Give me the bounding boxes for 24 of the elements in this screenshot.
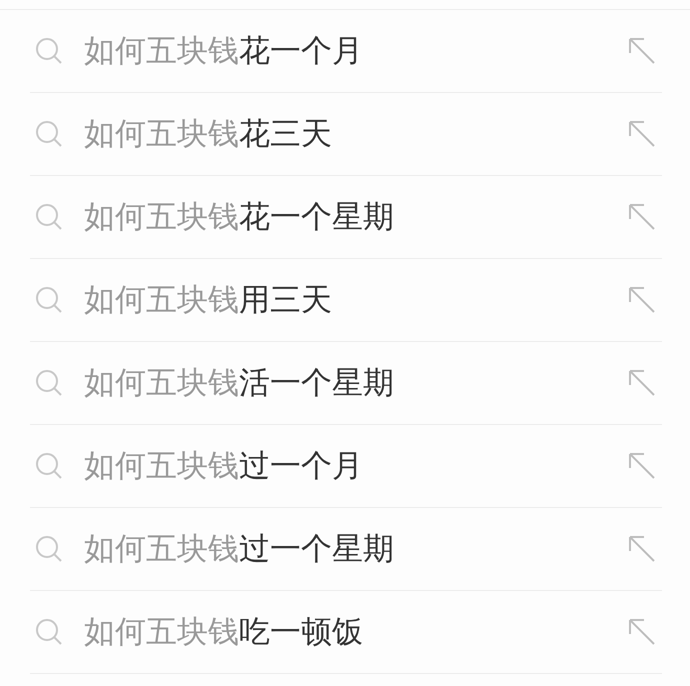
search-icon bbox=[34, 119, 64, 149]
search-icon bbox=[34, 202, 64, 232]
fill-in-arrow-icon[interactable] bbox=[628, 618, 656, 646]
search-icon bbox=[34, 617, 64, 647]
suggestion-text[interactable]: 如何五块钱吃一顿饭 bbox=[84, 611, 628, 653]
suggestion-text[interactable]: 如何五块钱过一个月 bbox=[84, 445, 628, 487]
search-icon bbox=[34, 534, 64, 564]
suggestion-text[interactable]: 如何五块钱花一个月 bbox=[84, 30, 628, 72]
search-icon bbox=[34, 285, 64, 315]
fill-in-arrow-icon[interactable] bbox=[628, 120, 656, 148]
fill-in-arrow-icon[interactable] bbox=[628, 37, 656, 65]
fill-in-arrow-icon[interactable] bbox=[628, 286, 656, 314]
fill-in-arrow-icon[interactable] bbox=[628, 203, 656, 231]
suggestion-text[interactable]: 如何五块钱活一个星期 bbox=[84, 362, 628, 404]
suggestion-text[interactable]: 如何五块钱花三天 bbox=[84, 113, 628, 155]
search-icon bbox=[34, 451, 64, 481]
search-icon bbox=[34, 368, 64, 398]
fill-in-arrow-icon[interactable] bbox=[628, 535, 656, 563]
search-icon bbox=[34, 36, 64, 66]
suggestion-text[interactable]: 如何五块钱花一个星期 bbox=[84, 196, 628, 238]
fill-in-arrow-icon[interactable] bbox=[628, 452, 656, 480]
suggestion-text[interactable]: 如何五块钱用三天 bbox=[84, 279, 628, 321]
fill-in-arrow-icon[interactable] bbox=[628, 369, 656, 397]
suggestion-text[interactable]: 如何五块钱过一个星期 bbox=[84, 528, 628, 570]
